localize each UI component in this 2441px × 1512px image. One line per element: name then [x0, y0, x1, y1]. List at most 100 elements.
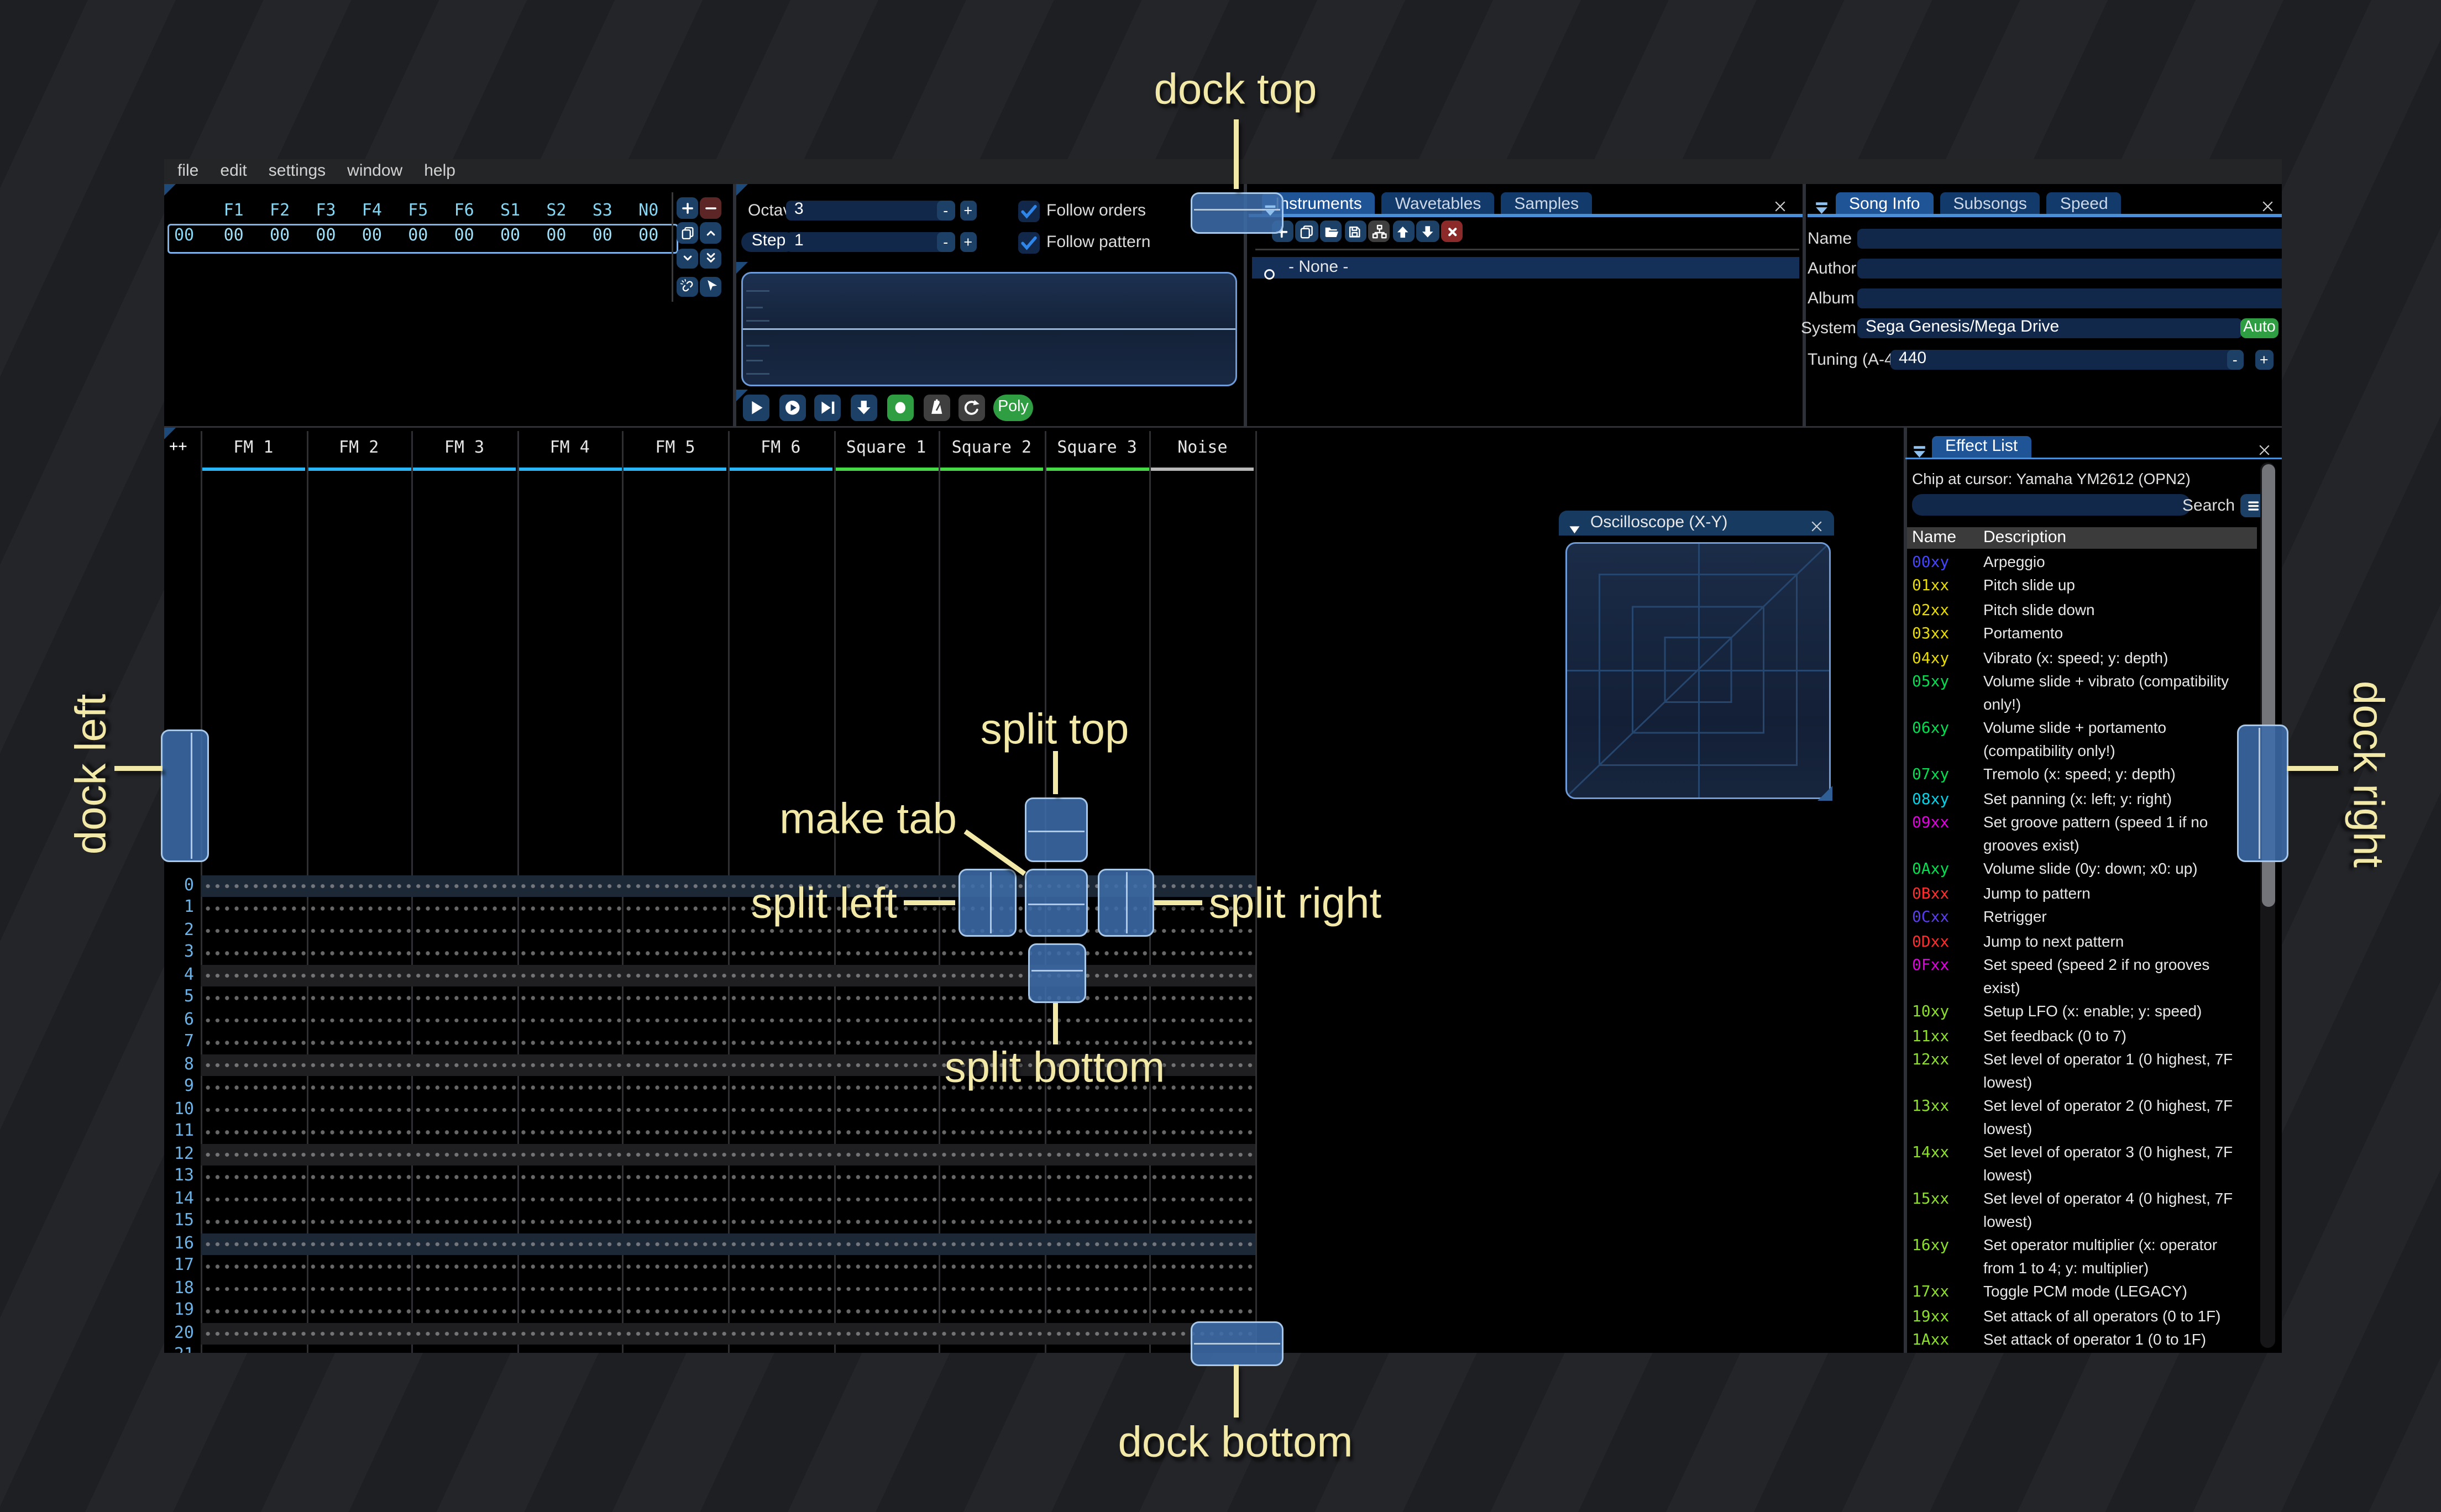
channel-header-fm-1[interactable]: FM 1 [201, 439, 306, 458]
step-increase-button[interactable]: + [959, 231, 977, 252]
menu-item-help[interactable]: help [424, 162, 455, 181]
remove-order-button[interactable] [700, 197, 721, 218]
scrollbar-track[interactable] [2260, 463, 2275, 1348]
channel-header-fm-3[interactable]: FM 3 [412, 439, 517, 458]
oscilloscope-window[interactable]: Oscilloscope (X-Y) [1559, 511, 1834, 802]
orders-header-S1[interactable]: S1 [487, 202, 533, 221]
move-order-up-button[interactable] [700, 222, 721, 244]
move-instrument-up-button[interactable] [1392, 221, 1415, 243]
close-icon[interactable] [1808, 514, 1826, 532]
orders-header-S3[interactable]: S3 [579, 202, 625, 221]
name-input[interactable] [1857, 228, 2282, 249]
system-auto-button[interactable]: Auto [2240, 317, 2278, 338]
collapse-triangle-icon[interactable] [1567, 515, 1582, 533]
play-pattern-button[interactable] [815, 394, 842, 421]
octave-increase-button[interactable]: + [959, 200, 977, 221]
tab-instruments[interactable]: Instruments [1262, 192, 1375, 216]
menu-item-edit[interactable]: edit [220, 162, 247, 181]
repeat-pattern-button[interactable] [958, 394, 986, 421]
close-icon[interactable] [2259, 194, 2277, 212]
tuning-increase-button[interactable]: + [2255, 349, 2273, 370]
orders-header-F5[interactable]: F5 [395, 202, 441, 221]
order-change-mode-button[interactable] [700, 276, 721, 297]
channel-header-fm-2[interactable]: FM 2 [306, 439, 412, 458]
move-instrument-down-button[interactable] [1416, 221, 1439, 243]
follow-orders-checkbox[interactable] [1018, 200, 1040, 222]
resize-grip[interactable] [1817, 786, 1832, 801]
channel-header-fm-4[interactable]: FM 4 [517, 439, 622, 458]
orders-cell[interactable]: 00 [349, 227, 395, 245]
channel-header-square-2[interactable]: Square 2 [939, 439, 1044, 458]
record-button[interactable] [887, 394, 914, 421]
tab-subsongs[interactable]: Subsongs [1940, 192, 2040, 216]
step-decrease-button[interactable]: - [937, 231, 955, 252]
close-icon[interactable] [2255, 438, 2274, 456]
duplicate-instrument-button[interactable] [1295, 221, 1318, 243]
metronome-button[interactable] [923, 394, 950, 421]
add-order-button[interactable] [677, 197, 698, 218]
save-instrument-button[interactable] [1344, 221, 1366, 243]
follow-pattern-checkbox[interactable] [1018, 231, 1040, 253]
splitter[interactable] [1904, 428, 1906, 1353]
step-input[interactable]: 1 [786, 231, 945, 252]
orders-header-F4[interactable]: F4 [349, 202, 395, 221]
orders-cell[interactable]: 00 [626, 227, 672, 245]
effect-search-input[interactable] [1912, 494, 2191, 516]
channel-header-square-1[interactable]: Square 1 [834, 439, 939, 458]
instrument-list-item[interactable]: - None - [1252, 257, 1799, 280]
piano-preview[interactable] [741, 271, 1237, 386]
add-instrument-button[interactable] [1271, 221, 1293, 243]
tab-wavetables[interactable]: Wavetables [1381, 192, 1495, 216]
play-button[interactable] [743, 394, 769, 421]
menu-item-settings[interactable]: settings [269, 162, 326, 181]
orders-cell[interactable]: 00 [211, 227, 256, 245]
orders-cell[interactable]: 00 [395, 227, 441, 245]
author-input[interactable] [1857, 258, 2282, 279]
duplicate-order-end-button[interactable] [700, 248, 721, 269]
close-icon[interactable] [1771, 194, 1789, 212]
tab-song-info[interactable]: Song Info [1836, 192, 1934, 216]
octave-input[interactable]: 3 [786, 200, 945, 221]
orders-cell[interactable]: 00 [256, 227, 302, 245]
menu-item-window[interactable]: window [347, 162, 402, 181]
splitter[interactable] [1803, 184, 1805, 426]
orders-header-F1[interactable]: F1 [211, 202, 256, 221]
channel-expand-button[interactable]: ++ [169, 438, 187, 458]
move-order-down-button[interactable] [677, 248, 698, 269]
album-input[interactable] [1857, 287, 2282, 308]
tab-effect-list[interactable]: Effect List [1932, 435, 2031, 459]
splitter[interactable] [733, 184, 736, 426]
octave-decrease-button[interactable]: - [937, 200, 955, 221]
tuning-decrease-button[interactable]: - [2226, 349, 2244, 370]
duplicate-order-button[interactable] [677, 222, 698, 244]
step-one-row-button[interactable] [851, 394, 878, 421]
channel-header-fm-5[interactable]: FM 5 [622, 439, 728, 458]
system-select[interactable]: Sega Genesis/Mega Drive [1857, 317, 2242, 338]
deep-clone-order-button[interactable] [677, 276, 698, 297]
orders-cell[interactable]: 00 [579, 227, 625, 245]
splitter[interactable] [164, 426, 2282, 428]
menu-item-file[interactable]: file [177, 162, 198, 181]
tuning-input[interactable]: 440 [1890, 349, 2235, 370]
delete-instrument-button[interactable] [1440, 221, 1463, 243]
orders-cell[interactable]: 00 [487, 227, 533, 245]
splitter[interactable] [1244, 184, 1246, 426]
orders-cell[interactable]: 00 [441, 227, 487, 245]
orders-header-F2[interactable]: F2 [256, 202, 302, 221]
orders-header-F6[interactable]: F6 [441, 202, 487, 221]
play-from-cursor-button[interactable] [779, 394, 806, 421]
orders-header-N0[interactable]: N0 [626, 202, 672, 221]
channel-header-fm-6[interactable]: FM 6 [728, 439, 834, 458]
oscilloscope-titlebar[interactable]: Oscilloscope (X-Y) [1559, 511, 1834, 535]
orders-cell[interactable]: 00 [533, 227, 579, 245]
open-instrument-button[interactable] [1319, 221, 1342, 243]
collapse-icon[interactable] [1813, 195, 1831, 213]
collapse-icon[interactable] [1910, 439, 1929, 458]
orders-header-S2[interactable]: S2 [533, 202, 579, 221]
channel-header-noise[interactable]: Noise [1150, 439, 1255, 458]
tab-speed[interactable]: Speed [2046, 192, 2122, 216]
instrument-folders-button[interactable] [1368, 221, 1391, 243]
channel-header-square-3[interactable]: Square 3 [1044, 439, 1150, 458]
scrollbar-thumb[interactable] [2261, 464, 2275, 907]
tab-samples[interactable]: Samples [1501, 192, 1593, 216]
